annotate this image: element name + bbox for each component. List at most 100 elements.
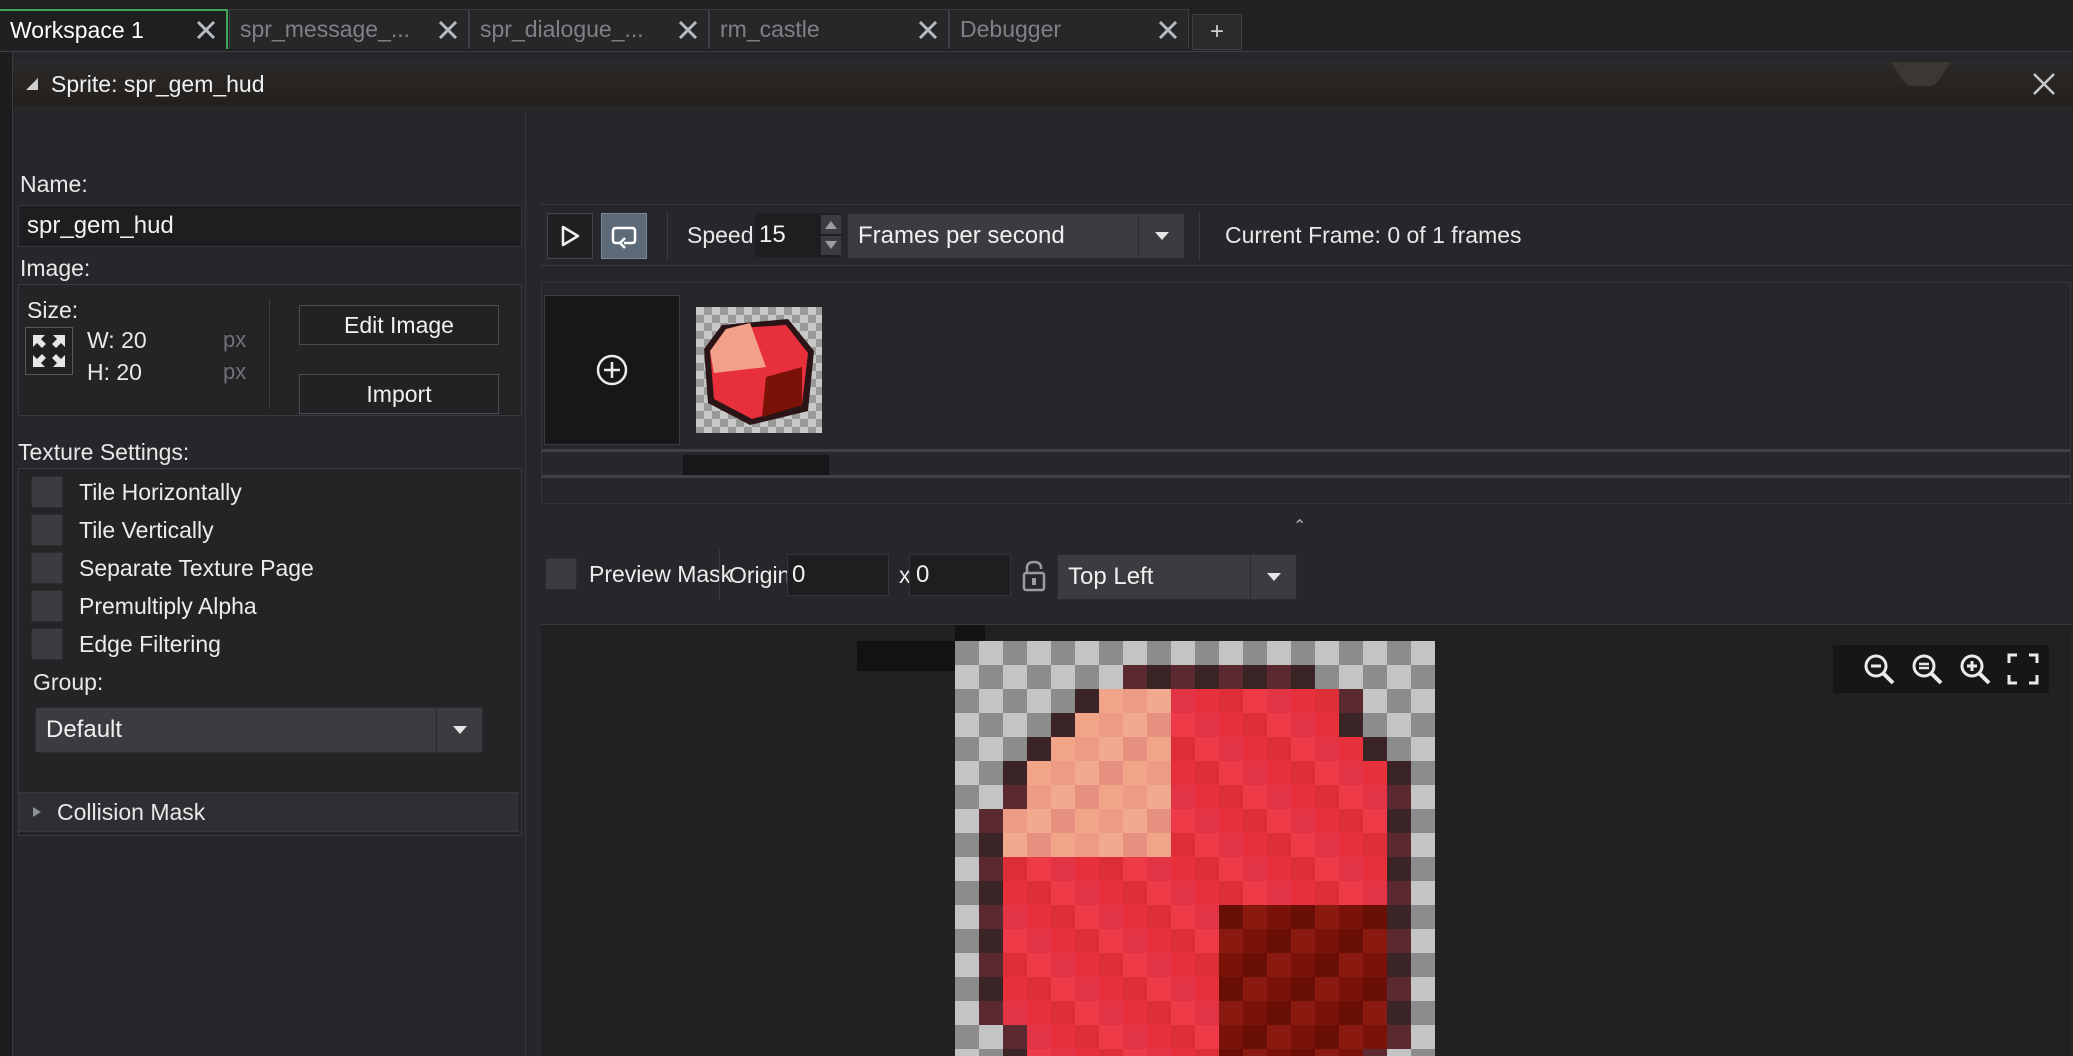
resize-icon[interactable] xyxy=(25,327,73,375)
tab-debugger[interactable]: Debugger xyxy=(949,9,1189,49)
zoom-toolbar xyxy=(1833,645,2049,693)
collision-mask-header[interactable]: Collision Mask xyxy=(18,792,518,832)
sprite-pixel-view[interactable] xyxy=(955,641,1435,1056)
speed-label: Speed: xyxy=(687,222,760,248)
play-icon xyxy=(561,225,580,247)
tab-label: Debugger xyxy=(960,16,1062,42)
tab-label: rm_castle xyxy=(720,16,820,42)
tab-label: spr_dialogue_... xyxy=(480,16,644,42)
close-icon[interactable] xyxy=(668,10,708,50)
premultiply-alpha-label: Premultiply Alpha xyxy=(79,593,257,619)
frame-strip xyxy=(541,282,2071,504)
origin-anchor-value: Top Left xyxy=(1068,563,1154,590)
speed-unit-dropdown[interactable]: Frames per second xyxy=(847,213,1185,259)
timeline-frame-block[interactable] xyxy=(683,455,829,475)
window-titlebar[interactable]: Sprite: spr_gem_hud xyxy=(13,62,2073,106)
chevron-down-icon[interactable] xyxy=(1250,555,1296,599)
group-dropdown[interactable]: Default xyxy=(35,707,483,753)
sprite-name-input[interactable]: spr_gem_hud xyxy=(18,205,522,247)
divider xyxy=(719,550,720,600)
height-unit: px xyxy=(223,359,247,384)
tab-workspace-1[interactable]: Workspace 1 xyxy=(0,9,228,49)
tab-spr-dialogue[interactable]: spr_dialogue_... xyxy=(469,9,709,49)
panel-splitter[interactable] xyxy=(525,112,526,1056)
sprite-canvas[interactable] xyxy=(541,624,2071,1056)
size-label: Size: xyxy=(27,297,79,323)
divider xyxy=(1199,211,1200,261)
width-unit: px xyxy=(223,327,247,352)
play-button[interactable] xyxy=(547,213,593,259)
width-value: W: 20 xyxy=(87,327,147,353)
document-tab-bar: Workspace 1 spr_message_... spr_dialogue… xyxy=(0,0,2073,52)
tile-vertically-label: Tile Vertically xyxy=(79,517,214,543)
group-value: Default xyxy=(46,716,123,743)
timeline-scrollbar[interactable] xyxy=(542,475,2070,478)
divider xyxy=(667,211,668,261)
origin-marker xyxy=(955,625,985,641)
separate-texture-page-label: Separate Texture Page xyxy=(79,555,314,581)
window-notch xyxy=(1891,62,1951,86)
speed-stepper[interactable] xyxy=(821,215,841,255)
tile-horizontally-label: Tile Horizontally xyxy=(79,479,242,505)
zoom-in-icon[interactable] xyxy=(1955,649,1995,689)
collapse-handle-icon[interactable]: ⌃ xyxy=(1293,516,1306,536)
collapse-grip-icon[interactable] xyxy=(25,77,39,91)
import-button[interactable]: Import xyxy=(299,374,499,414)
chevron-down-icon[interactable] xyxy=(1138,214,1184,258)
fullscreen-icon[interactable] xyxy=(2003,649,2043,689)
sprite-properties-panel: Name: spr_gem_hud Image: Size: W: 20 H: … xyxy=(18,112,528,1056)
edit-image-button[interactable]: Edit Image xyxy=(299,305,499,345)
sprite-preview-panel: Speed: 15 Frames per second Current Fram… xyxy=(531,112,2073,1056)
tab-spr-message[interactable]: spr_message_... xyxy=(229,9,469,49)
separate-texture-page-checkbox[interactable] xyxy=(31,552,63,584)
speed-unit-value: Frames per second xyxy=(858,222,1065,249)
group-label: Group: xyxy=(33,669,104,695)
texture-settings-label: Texture Settings: xyxy=(18,439,190,465)
add-frame-button[interactable] xyxy=(544,295,680,445)
premultiply-alpha-checkbox[interactable] xyxy=(31,590,63,622)
gem-sprite-image xyxy=(955,641,1435,1056)
edge-filtering-label: Edge Filtering xyxy=(79,631,221,657)
origin-x-input[interactable]: 0 xyxy=(787,554,889,596)
sprite-editor-window: Sprite: spr_gem_hud Name: spr_gem_hud Im… xyxy=(12,52,2073,1056)
preview-mask-checkbox[interactable] xyxy=(545,558,577,590)
collision-mask-label: Collision Mask xyxy=(57,798,206,825)
divider xyxy=(269,299,270,409)
close-icon[interactable] xyxy=(908,10,948,50)
close-icon[interactable] xyxy=(2030,70,2060,100)
close-icon[interactable] xyxy=(428,10,468,50)
expand-arrow-icon[interactable] xyxy=(31,805,43,819)
tab-label: Workspace 1 xyxy=(10,16,144,43)
origin-toolbar: Preview Mask Origin: 0 x 0 Top Left xyxy=(541,544,2071,606)
origin-y-input[interactable]: 0 xyxy=(909,554,1011,596)
tile-horizontally-checkbox[interactable] xyxy=(31,476,63,508)
tile-vertically-checkbox[interactable] xyxy=(31,514,63,546)
texture-settings-box: Tile Horizontally Tile Vertically Separa… xyxy=(18,468,522,836)
origin-anchor-dropdown[interactable]: Top Left xyxy=(1057,554,1297,600)
edge-filtering-checkbox[interactable] xyxy=(31,628,63,660)
loop-toggle-button[interactable] xyxy=(601,213,647,259)
zoom-reset-icon[interactable] xyxy=(1907,649,1947,689)
lock-icon[interactable] xyxy=(1019,558,1049,594)
playback-toolbar: Speed: 15 Frames per second Current Fram… xyxy=(541,204,2071,266)
close-icon[interactable] xyxy=(186,10,226,50)
name-label: Name: xyxy=(20,171,88,197)
frame-thumbnail-0[interactable] xyxy=(696,307,822,433)
close-icon[interactable] xyxy=(1148,10,1188,50)
preview-mask-label: Preview Mask xyxy=(589,561,733,587)
tab-label: spr_message_... xyxy=(240,16,411,42)
add-frame-icon xyxy=(596,354,628,386)
size-box: Size: W: 20 H: 20 px px Edit Image Impor… xyxy=(18,284,522,416)
current-frame-label: Current Frame: 0 of 1 frames xyxy=(1225,222,1522,248)
zoom-out-icon[interactable] xyxy=(1859,649,1899,689)
height-value: H: 20 xyxy=(87,359,142,385)
gem-thumbnail xyxy=(704,319,814,425)
image-label: Image: xyxy=(20,255,91,281)
origin-marker xyxy=(857,641,955,671)
timeline-track xyxy=(542,449,2070,452)
window-title: Sprite: spr_gem_hud xyxy=(51,70,265,97)
tab-rm-castle[interactable]: rm_castle xyxy=(709,9,949,49)
add-tab-button[interactable]: + xyxy=(1192,14,1242,50)
chevron-down-icon[interactable] xyxy=(436,708,482,752)
loop-icon xyxy=(611,226,637,249)
